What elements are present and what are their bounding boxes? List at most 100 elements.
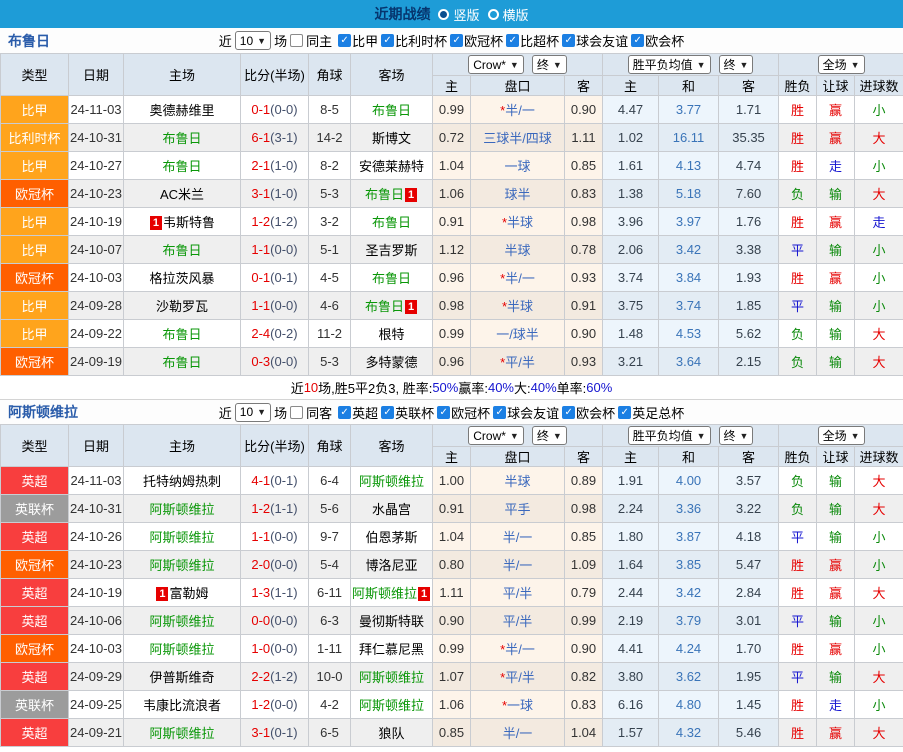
team-name[interactable]: 阿斯顿维拉: [8, 402, 78, 422]
handicap-text: 半/一: [505, 271, 535, 286]
away-team-link[interactable]: 斯博文: [372, 131, 411, 146]
radio-unselected-icon[interactable]: [487, 8, 499, 20]
league-filter[interactable]: ✓ 比甲: [338, 31, 378, 50]
away-team-link[interactable]: 布鲁日: [372, 103, 411, 118]
same-venue-checkbox[interactable]: [290, 34, 304, 47]
league-filter[interactable]: ✓ 欧冠杯: [437, 403, 490, 422]
home-team-link[interactable]: AC米兰: [160, 187, 204, 202]
avg-home-odds-cell: 2.19: [602, 606, 660, 635]
home-team-link[interactable]: 布鲁日: [162, 159, 201, 174]
checkbox-checked-icon[interactable]: ✓: [437, 405, 451, 419]
league-filter[interactable]: ✓ 球会友谊: [562, 31, 628, 50]
checkbox-checked-icon[interactable]: ✓: [450, 34, 464, 47]
match-row: 英超 24-10-19 1 富勒姆 1-3(1-1) 6-11 阿斯顿维拉 1 1.…: [0, 578, 903, 607]
home-team-link[interactable]: 阿斯顿维拉: [149, 502, 214, 517]
match-row: 英超 24-10-26 阿斯顿维拉 1-1(0-0) 9-7 伯恩茅斯 1.04…: [0, 522, 903, 551]
away-team-link[interactable]: 多特蒙德: [365, 355, 417, 370]
wdl-time-select[interactable]: 终 ▼: [718, 426, 754, 445]
home-team-link[interactable]: 韦斯特鲁: [163, 215, 215, 230]
recent-count-select[interactable]: 10 ▼: [234, 31, 272, 50]
odds-time-select[interactable]: 终 ▼: [531, 426, 567, 445]
home-team-link[interactable]: 布鲁日: [162, 131, 201, 146]
recent-count-select[interactable]: 10 ▼: [234, 402, 272, 422]
handicap-cell: *一球: [470, 690, 565, 719]
checkbox-checked-icon[interactable]: ✓: [618, 405, 632, 419]
home-team-link[interactable]: 托特纳姆热刺: [143, 474, 221, 489]
league-filter[interactable]: ✓ 欧冠杯: [450, 31, 503, 50]
away-team-link[interactable]: 布鲁日: [372, 271, 411, 286]
checkbox-checked-icon[interactable]: ✓: [338, 405, 352, 419]
away-team-link[interactable]: 狼队: [378, 726, 404, 741]
home-team-link[interactable]: 阿斯顿维拉: [149, 558, 214, 573]
league-filter[interactable]: ✓ 英联杯: [381, 403, 434, 422]
home-team-link[interactable]: 格拉茨风暴: [149, 271, 214, 286]
checkbox-checked-icon[interactable]: ✓: [562, 405, 576, 419]
avg-draw-odds-cell: 3.64: [658, 347, 720, 376]
away-team-link[interactable]: 水晶宫: [372, 502, 411, 517]
odds-time-select[interactable]: 终 ▼: [531, 55, 567, 74]
home-team-link[interactable]: 伊普斯维奇: [149, 670, 214, 685]
col-wdl-home: 主: [602, 446, 660, 467]
result-group-header: 全场 ▼: [778, 424, 903, 447]
result-outcome-cell: 胜: [778, 151, 818, 180]
radio-selected-icon[interactable]: [438, 8, 450, 20]
halftime-score: (0-0): [270, 529, 298, 544]
checkbox-checked-icon[interactable]: ✓: [381, 34, 395, 47]
home-team-link[interactable]: 奥德赫维里: [149, 103, 214, 118]
checkbox-checked-icon[interactable]: ✓: [493, 405, 507, 419]
away-team-link[interactable]: 布鲁日: [365, 187, 404, 202]
home-team-link[interactable]: 沙勒罗瓦: [156, 299, 208, 314]
bookmaker-select[interactable]: Crow* ▼: [468, 55, 524, 74]
away-team-link[interactable]: 根特: [378, 327, 404, 342]
home-team-link[interactable]: 阿斯顿维拉: [149, 614, 214, 629]
team-name[interactable]: 布鲁日: [8, 31, 50, 51]
same-venue-checkbox[interactable]: [290, 405, 304, 419]
away-team-link[interactable]: 安德莱赫特: [359, 159, 424, 174]
home-team-link[interactable]: 阿斯顿维拉: [149, 530, 214, 545]
result-goals-cell: 大: [854, 319, 903, 348]
checkbox-checked-icon[interactable]: ✓: [506, 34, 520, 47]
scope-select[interactable]: 全场 ▼: [817, 55, 865, 74]
league-filter[interactable]: ✓ 球会友谊: [493, 403, 559, 422]
home-team-link[interactable]: 韦康比流浪者: [143, 698, 221, 713]
league-filter[interactable]: ✓ 欧会杯: [562, 403, 615, 422]
home-team-link[interactable]: 布鲁日: [162, 243, 201, 258]
league-filter[interactable]: ✓ 欧会杯: [631, 31, 684, 50]
away-team-link[interactable]: 拜仁慕尼黑: [359, 642, 424, 657]
home-team-link[interactable]: 阿斯顿维拉: [149, 642, 214, 657]
league-filter[interactable]: ✓ 比超杯: [506, 31, 559, 50]
away-team-link[interactable]: 曼彻斯特联: [359, 614, 424, 629]
layout-radio-vertical[interactable]: 竖版: [438, 5, 480, 24]
away-team-link[interactable]: 阿斯顿维拉: [359, 474, 424, 489]
away-team-link[interactable]: 阿斯顿维拉: [359, 698, 424, 713]
result-outcome-cell: 平: [778, 291, 818, 320]
wdl-time-select[interactable]: 终 ▼: [718, 55, 754, 74]
checkbox-checked-icon[interactable]: ✓: [338, 34, 352, 47]
league-filter[interactable]: ✓ 比利时杯: [381, 31, 447, 50]
result-outcome-cell: 胜: [778, 95, 818, 124]
away-team-link[interactable]: 圣吉罗斯: [365, 243, 417, 258]
checkbox-checked-icon[interactable]: ✓: [381, 405, 395, 419]
home-team-link[interactable]: 布鲁日: [162, 355, 201, 370]
wdl-average-select[interactable]: 胜平负均值 ▼: [627, 55, 711, 74]
away-team-link[interactable]: 布鲁日: [365, 299, 404, 314]
avg-draw-odds-cell: 3.87: [658, 522, 720, 551]
away-team-link[interactable]: 伯恩茅斯: [365, 530, 417, 545]
checkbox-checked-icon[interactable]: ✓: [631, 34, 645, 47]
league-filter[interactable]: ✓ 英足总杯: [618, 403, 684, 422]
bookmaker-select[interactable]: Crow* ▼: [468, 426, 524, 445]
league-filter[interactable]: ✓ 英超: [338, 403, 378, 422]
away-team-link[interactable]: 博洛尼亚: [365, 558, 417, 573]
layout-radio-horizontal[interactable]: 横版: [487, 5, 529, 24]
away-team-cell: 根特: [350, 319, 433, 348]
home-team-link[interactable]: 阿斯顿维拉: [149, 726, 214, 741]
handicap-cell: 平/半: [470, 606, 565, 635]
wdl-average-select[interactable]: 胜平负均值 ▼: [627, 426, 711, 445]
checkbox-checked-icon[interactable]: ✓: [562, 34, 576, 47]
away-team-link[interactable]: 阿斯顿维拉: [352, 586, 417, 601]
away-team-link[interactable]: 布鲁日: [372, 215, 411, 230]
away-team-link[interactable]: 阿斯顿维拉: [359, 670, 424, 685]
scope-select[interactable]: 全场 ▼: [817, 426, 865, 445]
home-team-link[interactable]: 布鲁日: [162, 327, 201, 342]
home-team-link[interactable]: 富勒姆: [169, 586, 208, 601]
